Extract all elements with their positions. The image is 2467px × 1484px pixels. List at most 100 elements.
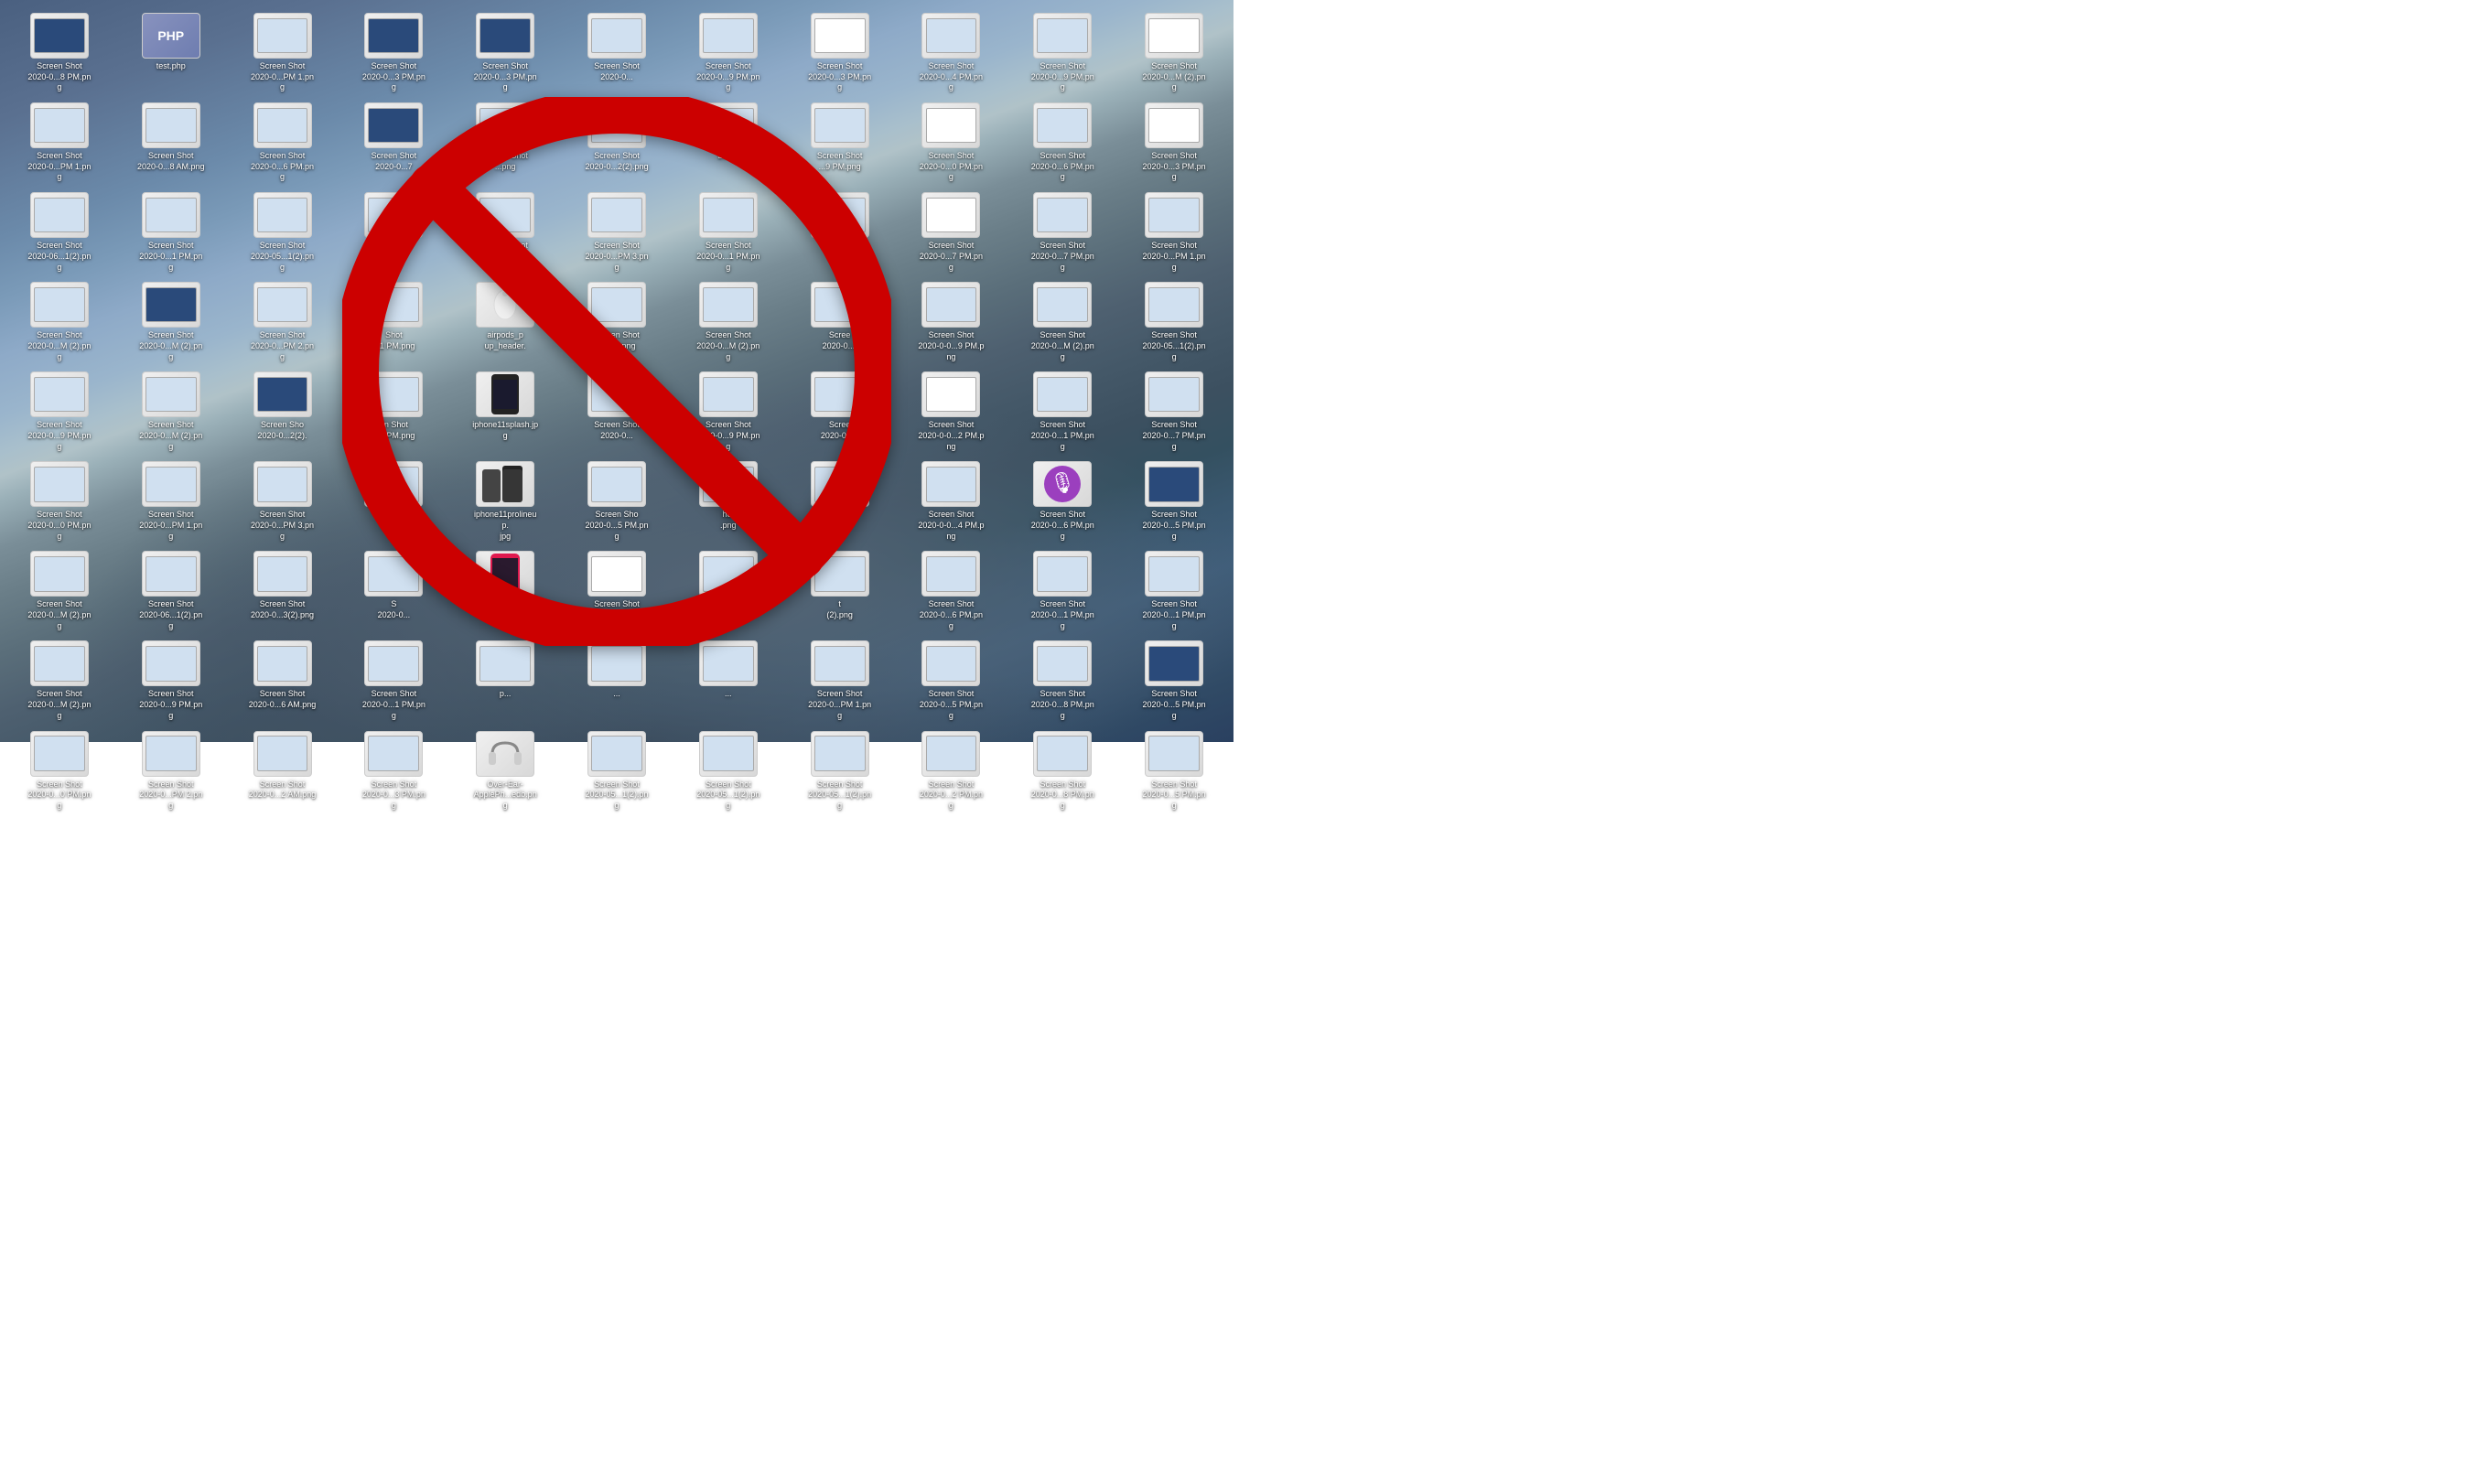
list-item[interactable]: 202... (673, 99, 783, 187)
list-item[interactable]: Screen Shot2020-0...9 PM.png (1007, 9, 1117, 97)
list-item[interactable]: Screen Shot2020-0...6 PM.png (228, 99, 338, 187)
list-item[interactable]: t(2).png (785, 547, 895, 635)
list-item[interactable]: Screen Shot2020-0...7 (339, 99, 448, 187)
list-item[interactable]: Screen Shot2020-0...0 PM.png (897, 99, 1007, 187)
list-item[interactable]: Scree2020-0...P (785, 368, 895, 456)
list-item[interactable]: Screen Shot2020-0... (562, 9, 672, 97)
list-item[interactable]: Screen Shot2020-0-0...9 PM.png (897, 278, 1007, 366)
list-item[interactable]: Screen Shot2020-0...M (2).png (562, 547, 672, 635)
list-item[interactable]: Screen Shot2020-0...M (2).png (1119, 9, 1229, 97)
list-item[interactable]: Screen Shot2020-0...8 AM.png (116, 99, 226, 187)
list-item[interactable]: Screen Shot2020-0...3 PM.png (339, 727, 448, 815)
list-item[interactable]: Screen Shot2020-0...9 PM.png (116, 637, 226, 725)
list-item[interactable]: Screen Shot...png (450, 99, 560, 187)
list-item[interactable]: Screen Sho2020-0...2(2). (228, 368, 338, 456)
list-item[interactable]: iphonexr.jpg (450, 547, 560, 635)
list-item[interactable]: ...ng (339, 188, 448, 276)
list-item[interactable]: Screen Shot2020-0...PM 1.png (228, 9, 338, 97)
list-item[interactable]: Screen Sho2020-0...5 PM.png (562, 457, 672, 545)
list-item[interactable]: Screen Shot2020-0...5 PM.png (1119, 637, 1229, 725)
list-item[interactable]: Screen Shot2020-0...5 PM.png (897, 637, 1007, 725)
list-item[interactable]: airpods_pup_header. (450, 278, 560, 366)
list-item[interactable]: S2020-0... (339, 547, 448, 635)
list-item[interactable]: Screen Shot2020-0...7 PM.png (1119, 368, 1229, 456)
list-item[interactable]: Screen Shot2020-0...PM 1.png (1119, 188, 1229, 276)
icon-filename: Screen Shot2020-0...5 PM.png (1140, 689, 1208, 721)
list-item[interactable]: PHP test.php (116, 9, 226, 97)
list-item[interactable]: Screen Shot2020-0...3(2).png (228, 547, 338, 635)
list-item[interactable]: en Shot...5 PM.png (339, 368, 448, 456)
list-item[interactable]: Screen Shot2020-0...M (2).png (116, 278, 226, 366)
list-item[interactable]: Screen Shot2020-0...7 PM.png (1007, 188, 1117, 276)
list-item[interactable]: Screen Shot2020-0...M (2).png (116, 368, 226, 456)
list-item[interactable]: Screen Shot2020-0...1 PM.png (339, 637, 448, 725)
list-item[interactable]: Screen Shot2020-0...PM 1.png (116, 457, 226, 545)
list-item[interactable]: Shot...1 PM.png (339, 278, 448, 366)
list-item[interactable]: Screen Shot2020-0...3 PM.png (450, 9, 560, 97)
list-item[interactable]: hot.png (673, 457, 783, 545)
list-item[interactable]: Screen Shot2020-0...1 PM.png (116, 188, 226, 276)
list-item[interactable]: Screen Shot2020-0...1 PM.png (1119, 547, 1229, 635)
list-item[interactable]: Screen Shot2020-0...2 AM.png (228, 727, 338, 815)
list-item[interactable]: Screen Shot2020-0...PM 1.png (785, 637, 895, 725)
list-item[interactable]: Screen Shot2020-06...1(2).png (5, 188, 114, 276)
list-item[interactable]: Screen Shot2020-0...0 PM.png (5, 457, 114, 545)
list-item[interactable]: Screen Shot2020-0...5 PM.png (1119, 457, 1229, 545)
list-item[interactable]: 🎙 Screen Shot2020-0...6 PM.png (1007, 457, 1117, 545)
list-item[interactable]: Screen Shot2020-0...M (2).png (5, 547, 114, 635)
list-item[interactable]: p... (450, 637, 560, 725)
list-item[interactable]: Screen Shot2020-0...8 PM.png (1007, 727, 1117, 815)
list-item[interactable]: Screen Shot2020-0-0...2 PM.png (897, 368, 1007, 456)
list-item[interactable]: Screen Shot2020-06...1(2).png (116, 547, 226, 635)
list-item[interactable]: Screen Shot2020-0...1 PM.png (1007, 547, 1117, 635)
list-item[interactable]: 202... (785, 188, 895, 276)
list-item[interactable]: Screen Shot2020-05...1(2).png (785, 727, 895, 815)
list-item[interactable]: Screen Shot2020-0...2 PM.png (897, 727, 1007, 815)
list-item[interactable]: Screen Shot2020-0...6 AM.png (228, 637, 338, 725)
list-item[interactable]: Screen Shot2020-0...PM 1.png (5, 99, 114, 187)
list-item[interactable]: Screen Shot2020-05...1(2).png (673, 727, 783, 815)
list-item[interactable]: Screen Shot2020-0...9 PM.png (673, 368, 783, 456)
list-item[interactable]: Screen Shot2020-0-0...4 PM.png (897, 457, 1007, 545)
list-item[interactable]: Screen Shot2020-0... (562, 368, 672, 456)
list-item[interactable]: Screen Shot2020-0...6 PM.png (1007, 99, 1117, 187)
list-item[interactable]: Screen Shot2020-0...9 PM.png (5, 368, 114, 456)
list-item[interactable]: Screen Shot2020-0...7 PM.png (897, 188, 1007, 276)
list-item[interactable]: Screen Shot2020-0...PM 2.png (228, 278, 338, 366)
list-item[interactable]: Screen Shot2020-0...0 PM.png (5, 727, 114, 815)
list-item[interactable]: Screen Shot2020-0...3 PM.png (1119, 99, 1229, 187)
list-item[interactable]: Screen Shot2020-0...8 PM.png (5, 9, 114, 97)
list-item[interactable]: Screen Shot...9 PM.png (785, 99, 895, 187)
list-item[interactable]: iphone11splash.jpg (450, 368, 560, 456)
list-item[interactable]: Screen Shot2020-0...PM 2.png (116, 727, 226, 815)
list-item[interactable]: Screen Shot...3(2).png (562, 278, 672, 366)
list-item[interactable]: Screen Shot...g (450, 188, 560, 276)
list-item[interactable]: Screen Shot2020-0...M (2).png (1007, 278, 1117, 366)
list-item[interactable]: Screen Shot2020-0...M (2).png (5, 637, 114, 725)
list-item[interactable]: Screen Shot2020-0...1 PM.png (1007, 368, 1117, 456)
list-item[interactable]: iphone11prolineup.jpg (450, 457, 560, 545)
list-item[interactable]: Screen Shot2020-0...PM 3.png (228, 457, 338, 545)
list-item[interactable]: ... (562, 637, 672, 725)
list-item[interactable]: Scree2020-0.... (785, 278, 895, 366)
list-item[interactable]: Screen Shot2020-0...8 PM.png (1007, 637, 1117, 725)
list-item[interactable]: Screen Shot2020-0...9 PM.png (673, 9, 783, 97)
list-item[interactable]: Screen Shot2020-05...1(2).png (562, 727, 672, 815)
list-item[interactable]: Screen Shot2020-0...5 PM.png (1119, 727, 1229, 815)
list-item[interactable]: Screen Shot2020-0...PM 3.png (562, 188, 672, 276)
list-item[interactable]: Screen Shot2020-0...M (2).png (5, 278, 114, 366)
list-item[interactable]: Screen Shot2020-0...3 PM.png (339, 9, 448, 97)
list-item[interactable]: Scre2020- (785, 457, 895, 545)
list-item[interactable]: Scre2020-0...0 (673, 547, 783, 635)
list-item[interactable]: ... (673, 637, 783, 725)
list-item[interactable]: Shot2).png (339, 457, 448, 545)
list-item[interactable]: Screen Shot2020-0...6 PM.png (897, 547, 1007, 635)
list-item[interactable]: Screen Shot2020-0...1 PM.png (673, 188, 783, 276)
list-item[interactable]: Screen Shot2020-05...1(2).png (1119, 278, 1229, 366)
list-item[interactable]: Screen Shot2020-0...M (2).png (673, 278, 783, 366)
list-item[interactable]: Screen Shot2020-0...2(2).png (562, 99, 672, 187)
list-item[interactable]: Screen Shot2020-0...3 PM.png (785, 9, 895, 97)
list-item[interactable]: Screen Shot2020-0...4 PM.png (897, 9, 1007, 97)
list-item[interactable]: Over-Ear-ApplePh...edb.png (450, 727, 560, 815)
list-item[interactable]: Screen Shot2020-05...1(2).png (228, 188, 338, 276)
